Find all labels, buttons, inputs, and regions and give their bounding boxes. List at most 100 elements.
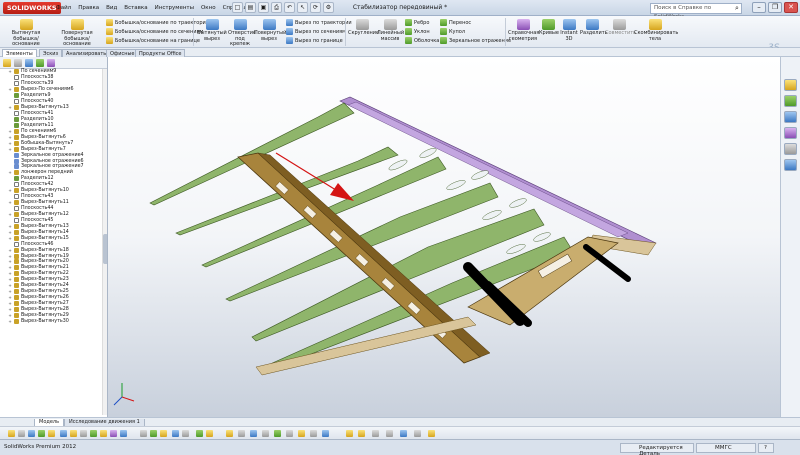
loft-boss-item[interactable]: Бобышка/основание по сечениям — [106, 28, 203, 35]
toolbar-icon[interactable] — [172, 430, 179, 437]
extrude-cut-button[interactable]: Вытянутый вырез — [197, 19, 227, 42]
property-manager-icon[interactable] — [14, 59, 22, 67]
tab-office-products[interactable]: Продукты Office — [135, 49, 186, 57]
menu-window[interactable]: Окно — [201, 3, 216, 13]
stabilizer-model[interactable] — [108, 57, 780, 417]
expand-icon[interactable]: + — [8, 301, 12, 306]
expand-icon[interactable]: + — [8, 129, 12, 134]
curves-button[interactable]: Кривые — [539, 19, 559, 37]
design-library-icon[interactable] — [784, 95, 797, 107]
linear-pattern-button[interactable]: Линейный массив — [377, 19, 404, 42]
toolbar-icon[interactable] — [206, 430, 213, 437]
help-box[interactable]: ? — [758, 443, 774, 453]
menu-file[interactable]: Файл — [56, 3, 71, 13]
expand-icon[interactable]: + — [8, 147, 12, 152]
toolbar-icon[interactable] — [400, 430, 407, 437]
mirror-item[interactable]: Зеркальное отражение — [440, 37, 511, 44]
file-explorer-icon[interactable] — [784, 111, 797, 123]
toolbar-icon[interactable] — [38, 430, 45, 437]
appearances-icon[interactable] — [784, 143, 797, 155]
expand-icon[interactable]: + — [8, 236, 12, 241]
toolbar-icon[interactable] — [120, 430, 127, 437]
toolbar-icon[interactable] — [90, 430, 97, 437]
expand-icon[interactable]: + — [8, 212, 12, 217]
tree-item[interactable]: + Вырез-Вытянуть30 — [8, 318, 107, 324]
print-icon[interactable]: ⎙ — [271, 2, 282, 13]
expand-icon[interactable]: + — [8, 319, 12, 324]
expand-icon[interactable]: + — [8, 295, 12, 300]
options-icon[interactable]: ⚙ — [323, 2, 334, 13]
instant3d-button[interactable]: Instant 3D — [560, 19, 578, 42]
tree-scrollbar[interactable] — [102, 69, 107, 415]
expand-icon[interactable]: + — [8, 248, 12, 253]
dimxpert-icon[interactable] — [36, 59, 44, 67]
tab-sketch[interactable]: Эскиз — [39, 49, 63, 57]
toolbar-icon[interactable] — [274, 430, 281, 437]
toolbar-icon[interactable] — [8, 430, 15, 437]
minimize-icon[interactable]: – — [752, 2, 766, 13]
toolbar-icon[interactable] — [160, 430, 167, 437]
toolbar-icon[interactable] — [80, 430, 87, 437]
rebuild-icon[interactable]: ⟳ — [310, 2, 321, 13]
loft-cut-item[interactable]: Вырез по сечениям — [286, 28, 346, 35]
expand-icon[interactable]: + — [8, 307, 12, 312]
expand-icon[interactable]: + — [8, 259, 12, 264]
split-button[interactable]: Разделить — [580, 19, 608, 37]
toolbar-icon[interactable] — [310, 430, 317, 437]
menu-insert[interactable]: Вставка — [124, 3, 147, 13]
toolbar-icon[interactable] — [182, 430, 189, 437]
solidworks-logo[interactable]: SOLIDWORKS — [3, 2, 61, 14]
units-box[interactable]: ММГС — [696, 443, 756, 453]
toolbar-icon[interactable] — [70, 430, 77, 437]
menu-edit[interactable]: Правка — [78, 3, 99, 13]
combine-bodies-button[interactable]: Скомбинировать тела — [634, 19, 678, 42]
expand-icon[interactable]: + — [8, 289, 12, 294]
draft-item[interactable]: Уклон — [405, 28, 430, 35]
tab-office[interactable]: Офисные — [106, 49, 139, 57]
menu-tools[interactable]: Инструменты — [155, 3, 194, 13]
search-icon[interactable]: ⌕ — [735, 3, 739, 14]
close-icon[interactable]: ✕ — [784, 2, 798, 13]
expand-icon[interactable]: + — [8, 230, 12, 235]
toolbar-icon[interactable] — [414, 430, 421, 437]
reference-geometry-button[interactable]: Справочная геометрия — [508, 19, 539, 42]
select-icon[interactable]: ↖ — [297, 2, 308, 13]
undo-icon[interactable]: ↶ — [284, 2, 295, 13]
boundary-boss-item[interactable]: Бобышка/основание на границе — [106, 37, 200, 44]
toolbar-icon[interactable] — [322, 430, 329, 437]
display-manager-icon[interactable] — [47, 59, 55, 67]
toolbar-icon[interactable] — [372, 430, 379, 437]
open-icon[interactable]: ▤ — [245, 2, 256, 13]
toolbar-icon[interactable] — [100, 430, 107, 437]
view-palette-icon[interactable] — [784, 127, 797, 139]
revolve-boss-button[interactable]: Повернутая бобышка/основание — [52, 19, 102, 48]
expand-icon[interactable]: + — [8, 105, 12, 110]
expand-icon[interactable]: + — [8, 141, 12, 146]
custom-properties-icon[interactable] — [784, 159, 797, 171]
shell-item[interactable]: Оболочка — [405, 37, 439, 44]
toolbar-icon[interactable] — [286, 430, 293, 437]
restore-icon[interactable]: ❐ — [768, 2, 782, 13]
toolbar-icon[interactable] — [226, 430, 233, 437]
expand-icon[interactable]: + — [8, 265, 12, 270]
toolbar-icon[interactable] — [358, 430, 365, 437]
expand-icon[interactable]: + — [8, 87, 12, 92]
expand-icon[interactable]: + — [8, 188, 12, 193]
tab-evaluate[interactable]: Анализировать — [62, 49, 111, 57]
toolbar-icon[interactable] — [250, 430, 257, 437]
toolbar-icon[interactable] — [18, 430, 25, 437]
expand-icon[interactable]: + — [8, 200, 12, 205]
toolbar-icon[interactable] — [196, 430, 203, 437]
expand-icon[interactable]: + — [8, 170, 12, 175]
toolbar-icon[interactable] — [150, 430, 157, 437]
toolbar-icon[interactable] — [262, 430, 269, 437]
toolbar-icon[interactable] — [386, 430, 393, 437]
extrude-boss-button[interactable]: Вытянутая бобышка/основание — [4, 19, 48, 48]
revolve-cut-button[interactable]: Повернутый вырез — [254, 19, 286, 42]
toolbar-icon[interactable] — [238, 430, 245, 437]
tab-features[interactable]: Элементы — [2, 49, 37, 57]
toolbar-icon[interactable] — [48, 430, 55, 437]
toolbar-icon[interactable] — [110, 430, 117, 437]
feature-tree-icon[interactable] — [3, 59, 11, 67]
expand-icon[interactable]: + — [8, 69, 12, 74]
